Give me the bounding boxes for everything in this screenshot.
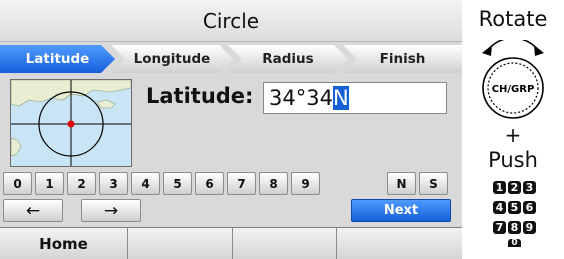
numpad-key-1: 1 bbox=[493, 181, 506, 194]
right-arrow-icon: → bbox=[103, 200, 119, 221]
numpad-key-0: 0 bbox=[508, 239, 521, 247]
numpad-key-3: 3 bbox=[523, 181, 536, 194]
key-9[interactable]: 9 bbox=[291, 172, 320, 195]
home-softkey[interactable]: Home bbox=[0, 228, 128, 259]
key-6[interactable]: 6 bbox=[195, 172, 224, 195]
next-button[interactable]: Next bbox=[351, 199, 451, 222]
key-2[interactable]: 2 bbox=[67, 172, 96, 195]
keypad-row: 0 1 2 3 4 5 6 7 8 9 N S bbox=[3, 172, 459, 196]
cursor-left-button[interactable]: ← bbox=[3, 199, 63, 222]
latitude-value: 34°34 bbox=[269, 86, 333, 110]
step-radius[interactable]: Radius bbox=[228, 45, 348, 73]
step-indicator: Latitude Longitude Radius Finish bbox=[0, 45, 462, 73]
control-guide: Rotate CH/GRP + Push 1 2 3 4 5 6 7 8 9 0 bbox=[462, 0, 564, 259]
latitude-input[interactable]: 34°34N bbox=[263, 82, 447, 114]
left-arrow-icon: ← bbox=[25, 200, 41, 221]
key-south[interactable]: S bbox=[419, 172, 448, 195]
plotter-screen: Circle Latitude Longitude Radius Finish … bbox=[0, 0, 462, 259]
numpad-key-9: 9 bbox=[523, 221, 536, 234]
softkey-3[interactable] bbox=[233, 228, 337, 259]
key-1[interactable]: 1 bbox=[35, 172, 64, 195]
step-finish-label: Finish bbox=[379, 51, 426, 67]
step-longitude-label: Longitude bbox=[133, 51, 211, 67]
numpad-key-8: 8 bbox=[508, 221, 521, 234]
screen-title: Circle bbox=[202, 8, 260, 33]
softkey-4[interactable] bbox=[337, 228, 462, 259]
key-4[interactable]: 4 bbox=[131, 172, 160, 195]
step-latitude[interactable]: Latitude bbox=[0, 45, 115, 73]
home-label: Home bbox=[39, 235, 88, 253]
center-marker bbox=[67, 120, 75, 128]
push-label: Push bbox=[488, 148, 538, 172]
numpad-key-7: 7 bbox=[493, 221, 506, 234]
rotate-right-arrowhead bbox=[534, 45, 544, 56]
latitude-label: Latitude: bbox=[146, 84, 254, 108]
step-radius-label: Radius bbox=[262, 51, 314, 67]
numpad-key-4: 4 bbox=[493, 201, 506, 214]
plus-label: + bbox=[504, 123, 522, 147]
key-3[interactable]: 3 bbox=[99, 172, 128, 195]
softkey-bar: Home bbox=[0, 227, 462, 259]
numpad-key-6: 6 bbox=[523, 201, 536, 214]
ch-grp-knob-icon: CH/GRP bbox=[482, 40, 544, 119]
rotate-left-arrowhead bbox=[482, 45, 492, 56]
key-7[interactable]: 7 bbox=[227, 172, 256, 195]
input-cursor: N bbox=[332, 86, 349, 110]
rotate-label: Rotate bbox=[478, 7, 548, 31]
step-longitude[interactable]: Longitude bbox=[111, 45, 233, 73]
rotate-arc bbox=[487, 40, 539, 51]
softkey-2[interactable] bbox=[128, 228, 233, 259]
map-preview bbox=[10, 79, 132, 167]
nav-row: ← → Next bbox=[3, 199, 459, 223]
circle-preview-graphic bbox=[11, 80, 131, 166]
title-bar: Circle bbox=[0, 0, 462, 42]
numpad-key-2: 2 bbox=[508, 181, 521, 194]
key-5[interactable]: 5 bbox=[163, 172, 192, 195]
numpad-key-5: 5 bbox=[508, 201, 521, 214]
key-8[interactable]: 8 bbox=[259, 172, 288, 195]
step-finish[interactable]: Finish bbox=[343, 45, 462, 73]
key-north[interactable]: N bbox=[387, 172, 416, 195]
cursor-right-button[interactable]: → bbox=[81, 199, 141, 222]
step-latitude-label: Latitude bbox=[25, 51, 90, 67]
knob-label: CH/GRP bbox=[492, 84, 535, 95]
key-0[interactable]: 0 bbox=[3, 172, 32, 195]
